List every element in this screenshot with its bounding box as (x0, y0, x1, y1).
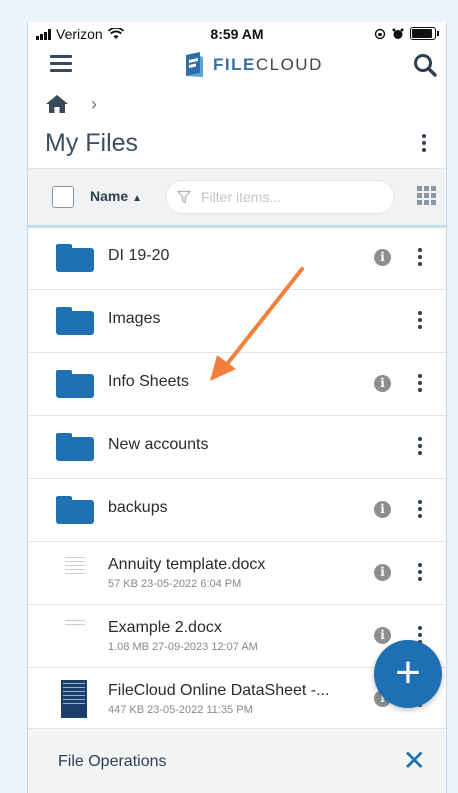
item-meta: 447 KB 23-05-2022 11:35 PM (108, 704, 253, 716)
item-more-icon[interactable] (410, 500, 430, 518)
item-more-icon[interactable] (410, 563, 430, 581)
document-thumbnail (61, 680, 87, 718)
list-item[interactable]: backups i (28, 479, 446, 542)
item-meta: 57 KB 23-05-2022 6:04 PM (108, 578, 242, 590)
list-item[interactable]: Annuity template.docx 57 KB 23-05-2022 6… (28, 542, 446, 605)
phone-screen: Verizon 8:59 AM FILECLOUD › My Files Nam… (27, 22, 447, 793)
file-operations-bar: File Operations ✕ (28, 728, 446, 793)
list-item[interactable]: New accounts (28, 416, 446, 479)
annotation-arrow (210, 267, 304, 381)
info-icon[interactable]: i (374, 501, 391, 518)
item-name: backups (108, 499, 168, 516)
document-thumbnail (63, 554, 87, 586)
item-name: New accounts (108, 436, 209, 453)
item-name: FileCloud Online DataSheet -... (108, 682, 330, 699)
file-operations-label: File Operations (58, 753, 167, 770)
info-icon[interactable]: i (374, 564, 391, 581)
add-fab-button[interactable]: + (374, 640, 442, 708)
item-meta: 1.08 MB 27-09-2023 12:07 AM (108, 641, 258, 653)
item-name: Annuity template.docx (108, 556, 266, 573)
close-icon[interactable]: ✕ (403, 747, 426, 775)
folder-icon (56, 496, 94, 524)
item-name: Example 2.docx (108, 619, 222, 636)
item-more-icon[interactable] (410, 437, 430, 455)
document-thumbnail (63, 617, 87, 649)
folder-icon (56, 433, 94, 461)
info-icon[interactable]: i (374, 627, 391, 644)
